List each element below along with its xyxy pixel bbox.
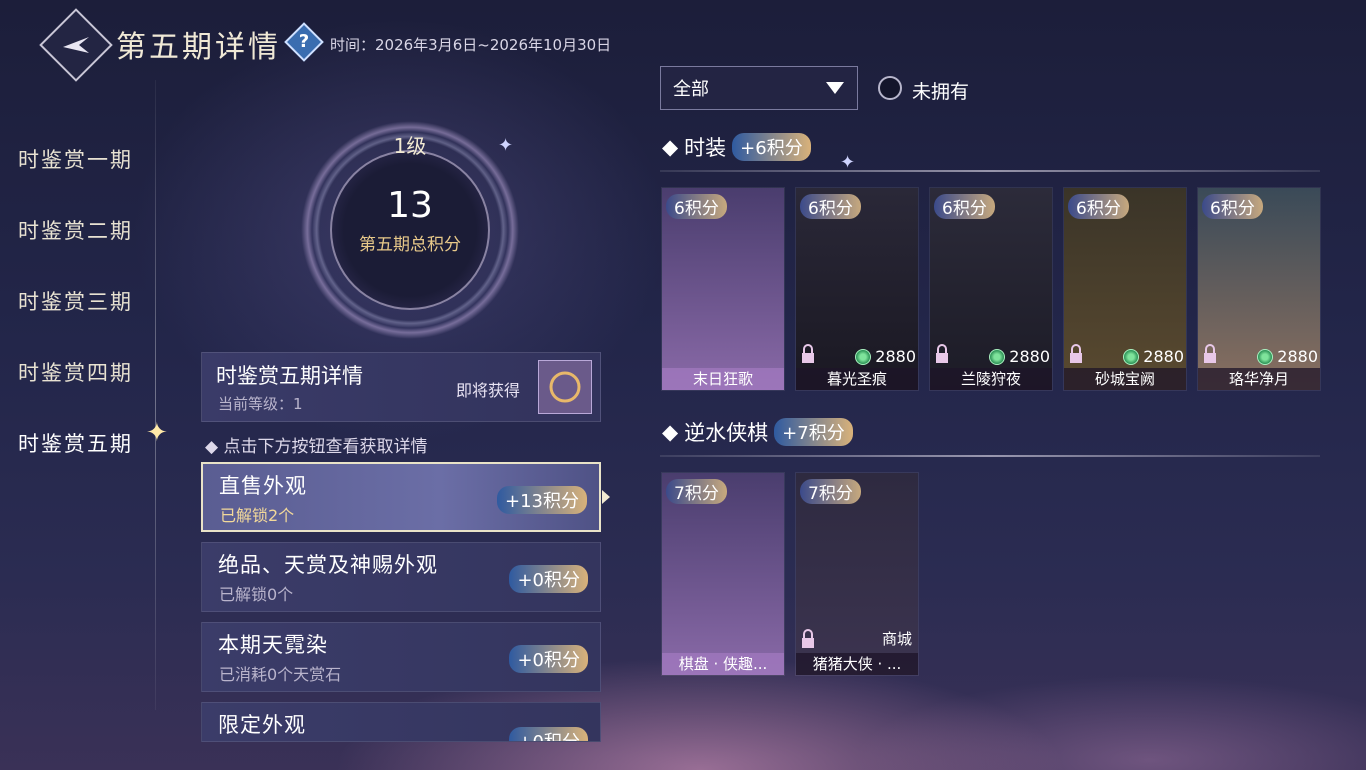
item-name: 末日狂歌 bbox=[662, 368, 784, 390]
item-card[interactable]: 7积分 棋盘 · 侠趣... bbox=[661, 472, 785, 676]
detail-card-title: 时鉴赏五期详情 bbox=[216, 364, 363, 388]
total-points-value: 13 bbox=[387, 185, 433, 226]
unowned-radio[interactable] bbox=[878, 76, 902, 100]
item-card[interactable]: 7积分 商城 猪猪大侠 · ... bbox=[795, 472, 919, 676]
item-points-badge: 6积分 bbox=[1202, 194, 1263, 219]
upcoming-reward-label: 即将获得 bbox=[456, 381, 521, 400]
item-price: 2880 bbox=[1123, 347, 1184, 366]
ring-reward-icon bbox=[549, 371, 581, 403]
category-sub: 已解锁0个 bbox=[219, 585, 294, 604]
item-points-badge: 7积分 bbox=[800, 479, 861, 504]
page-title: 第五期详情 bbox=[116, 30, 281, 65]
item-card[interactable]: 6积分 2880 暮光圣痕 bbox=[795, 187, 919, 391]
jade-coin-icon bbox=[1257, 348, 1274, 365]
item-card[interactable]: 6积分 2880 砂城宝阙 bbox=[1063, 187, 1187, 391]
sparkle-icon: ✦ bbox=[498, 135, 514, 156]
item-points-badge: 6积分 bbox=[1068, 194, 1129, 219]
item-name: 兰陵狩夜 bbox=[930, 368, 1052, 390]
item-price: 2880 bbox=[989, 347, 1050, 366]
category-points-badge: +0积分 bbox=[509, 727, 588, 741]
category-points-badge: +0积分 bbox=[509, 565, 588, 593]
item-name: 砂城宝阙 bbox=[1064, 368, 1186, 390]
category-limited[interactable]: 限定外观 +0积分 bbox=[201, 702, 601, 742]
category-title: 限定外观 bbox=[218, 713, 306, 737]
section-divider bbox=[660, 170, 1320, 172]
category-title: 绝品、天赏及神赐外观 bbox=[218, 553, 438, 577]
nav-divider bbox=[155, 80, 156, 710]
section-points-badge: +6积分 bbox=[732, 133, 811, 161]
section-header-chess: ◆ 逆水侠棋 +7积分 bbox=[662, 417, 853, 447]
reward-preview[interactable] bbox=[538, 360, 592, 414]
unowned-label: 未拥有 bbox=[912, 81, 970, 103]
category-dye[interactable]: 本期天霓染 已消耗0个天赏石 +0积分 bbox=[201, 622, 601, 692]
section-points-badge: +7积分 bbox=[774, 418, 853, 446]
back-arrow-icon bbox=[63, 37, 89, 53]
filter-dropdown[interactable]: 全部 bbox=[660, 66, 858, 110]
category-title: 本期天霓染 bbox=[218, 633, 328, 657]
item-points-badge: 6积分 bbox=[666, 194, 727, 219]
category-direct-sale[interactable]: 直售外观 已解锁2个 +13积分 bbox=[201, 462, 601, 532]
current-level-text: 当前等级：1 bbox=[218, 395, 303, 413]
lock-icon bbox=[802, 629, 814, 648]
item-name: 珞华净月 bbox=[1198, 368, 1320, 390]
category-points-badge: +0积分 bbox=[509, 645, 588, 673]
nav-item-period-4[interactable]: 时鉴赏四期 bbox=[18, 357, 133, 387]
total-points-label: 第五期总积分 bbox=[359, 235, 461, 255]
item-name: 暮光圣痕 bbox=[796, 368, 918, 390]
lock-icon bbox=[1204, 344, 1216, 363]
item-card[interactable]: 6积分 2880 兰陵狩夜 bbox=[929, 187, 1053, 391]
item-name: 猪猪大侠 · ... bbox=[796, 653, 918, 675]
item-points-badge: 6积分 bbox=[934, 194, 995, 219]
item-points-badge: 7积分 bbox=[666, 479, 727, 504]
category-points-badge: +13积分 bbox=[497, 486, 587, 514]
jade-coin-icon bbox=[1123, 348, 1140, 365]
help-icon[interactable]: ? bbox=[284, 22, 324, 62]
time-range: 时间：2026年3月6日~2026年10月30日 bbox=[330, 36, 612, 54]
category-sub: 已解锁2个 bbox=[220, 506, 295, 525]
item-price: 2880 bbox=[1257, 347, 1318, 366]
nav-item-period-1[interactable]: 时鉴赏一期 bbox=[18, 144, 133, 174]
section-header-outfits: ◆ 时装 +6积分 bbox=[662, 132, 811, 162]
chevron-down-icon bbox=[826, 82, 844, 94]
category-title: 直售外观 bbox=[219, 474, 307, 498]
shop-label: 商城 bbox=[881, 630, 912, 648]
lock-icon bbox=[936, 344, 948, 363]
category-premium-outfits[interactable]: 绝品、天赏及神赐外观 已解锁0个 +0积分 bbox=[201, 542, 601, 612]
lock-icon bbox=[802, 344, 814, 363]
back-button[interactable] bbox=[39, 8, 113, 82]
level-label: 1级 bbox=[393, 134, 427, 158]
item-name: 棋盘 · 侠趣... bbox=[662, 653, 784, 675]
jade-coin-icon bbox=[989, 348, 1006, 365]
nav-item-period-3[interactable]: 时鉴赏三期 bbox=[18, 286, 133, 316]
nav-item-period-5[interactable]: 时鉴赏五期 bbox=[18, 428, 133, 458]
hint-text: ◆ 点击下方按钮查看获取详情 bbox=[205, 437, 428, 457]
item-card[interactable]: 6积分 2880 珞华净月 bbox=[1197, 187, 1321, 391]
item-points-badge: 6积分 bbox=[800, 194, 861, 219]
section-divider bbox=[660, 455, 1320, 457]
active-star-icon: ✦ bbox=[146, 418, 168, 448]
filter-selected: 全部 bbox=[673, 79, 709, 100]
selected-arrow-icon bbox=[602, 490, 610, 504]
jade-coin-icon bbox=[855, 348, 872, 365]
category-sub: 已消耗0个天赏石 bbox=[219, 665, 342, 684]
lock-icon bbox=[1070, 344, 1082, 363]
item-price: 2880 bbox=[855, 347, 916, 366]
nav-item-period-2[interactable]: 时鉴赏二期 bbox=[18, 215, 133, 245]
item-card[interactable]: 6积分 末日狂歌 bbox=[661, 187, 785, 391]
